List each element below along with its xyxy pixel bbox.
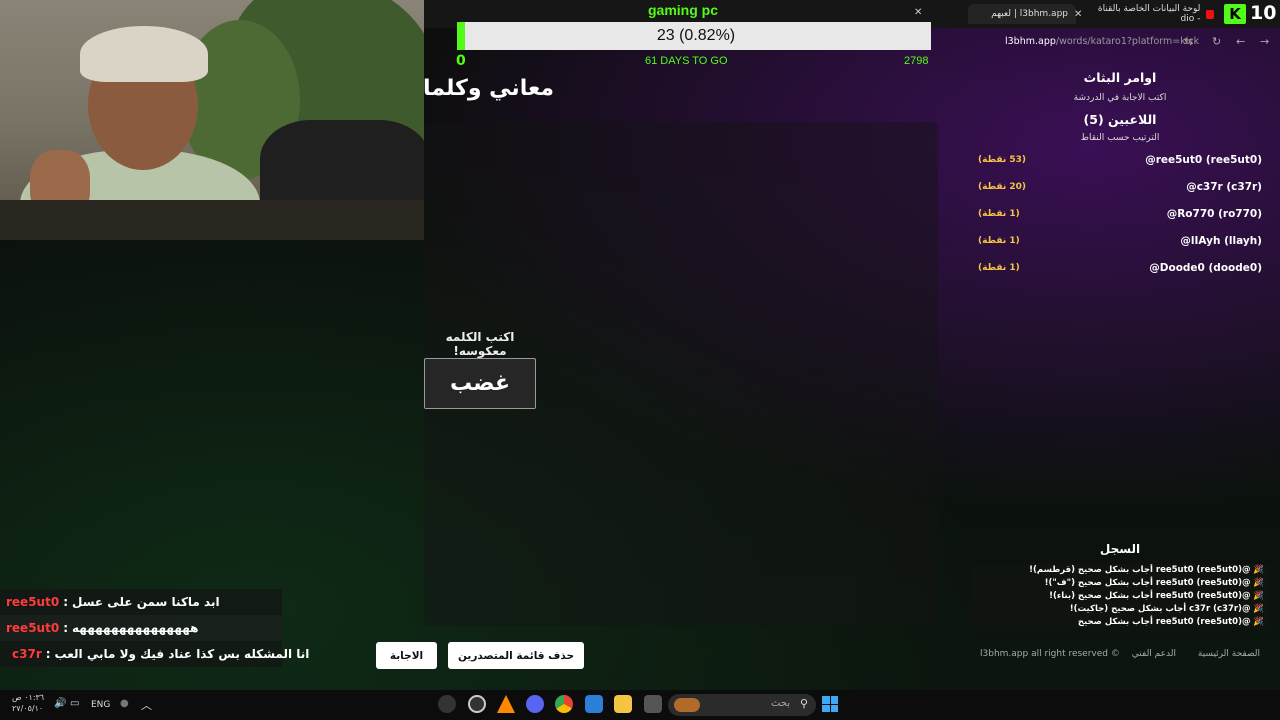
chat-overlay: ree5ut0 : ابد ماكنا سمن على عسل ree5ut0 … <box>0 589 309 667</box>
log-entry: 🎉 @ree5ut0 (ree5ut0) أجاب بشكل صحيح (قرط… <box>1029 565 1264 575</box>
search-placeholder: بحث <box>770 698 790 709</box>
forward-icon[interactable]: ← <box>1236 35 1245 48</box>
close-tab-icon[interactable]: ✕ <box>914 7 922 18</box>
tab-dashboard[interactable]: لوحة البيانات الخاصة بالقناة - dio <box>1090 4 1218 24</box>
discord-icon[interactable] <box>526 695 544 713</box>
tab-l3bhm[interactable]: l3bhm.app | لعبهم <box>968 4 1076 24</box>
goal-progress-bar: 23 (0.82%) <box>457 22 931 50</box>
tab-dashboard-label: لوحة البيانات الخاصة بالقناة - dio <box>1097 4 1201 24</box>
address-bar[interactable]: → ← ↻ ⇆ l3bhm.app/words/kataro1?platform… <box>960 30 1280 54</box>
back-icon[interactable]: → <box>1260 35 1269 48</box>
taskbar <box>0 690 1280 720</box>
player-score: (1 نقطة) <box>978 209 1020 219</box>
player-score: (53 نقطة) <box>978 155 1026 165</box>
player-name: @Ro770 (ro770) <box>1166 208 1262 220</box>
footer-rights: l3bhm.app all right reserved © <box>980 649 1120 659</box>
game-word: غضب <box>424 358 536 409</box>
tab-l3bhm-label: l3bhm.app | لعبهم <box>991 9 1068 19</box>
sidebar: اوامر البثاث اكتب الاجابة في الدردشة الل… <box>960 62 1280 662</box>
chat-text: ابد ماكنا سمن على عسل <box>72 595 220 609</box>
commands-title: اوامر البثاث <box>1083 70 1157 85</box>
footer-home-link[interactable]: الصفحة الرئيسية <box>1198 649 1260 659</box>
taskbar-clock[interactable]: ٠١:٣٦ ص ٢٧/٠٥/١٠ <box>12 692 44 714</box>
language-indicator[interactable]: ENG <box>91 700 110 710</box>
player-name: @lIAyh (llayh) <box>1180 235 1262 247</box>
file-explorer-icon[interactable] <box>614 695 632 713</box>
chat-message: c37r : انا المشكله بس كذا عناد فيك ولا م… <box>0 641 309 667</box>
players-subtitle: الترتيب حسب النقاط <box>1080 133 1160 143</box>
goal-days-to-go: 61 DAYS TO GO <box>645 55 728 67</box>
log-entry: 🎉 @ree5ut0 (ree5ut0) أجاب بشكل صحيح (بنا… <box>1049 591 1264 601</box>
reload-icon[interactable]: ↻ <box>1212 35 1221 48</box>
goal-value: 23 (0.82%) <box>656 27 736 44</box>
player-row: @c37r (c37r) (20 نقطة) <box>978 181 1262 201</box>
taskbar-search[interactable]: بحث ⚲ <box>668 694 816 716</box>
viewer-count: 10 <box>1250 2 1277 24</box>
chat-username: ree5ut0 <box>6 621 60 635</box>
goal-max: 2798 <box>904 55 929 67</box>
volume-icon[interactable]: 🔊 <box>54 698 66 716</box>
tray-chevron-icon[interactable]: ︿ <box>141 697 152 715</box>
player-row: @Doode0 (doode0) (1 نقطة) <box>978 262 1262 282</box>
footer-links: الصفحة الرئيسية الدعم الفني l3bhm.app al… <box>980 649 1260 663</box>
game-prompt: اكتب الكلمه معكوسه! <box>445 330 515 358</box>
stream-stage: + ✕ l3bhm.app | لعبهم ✕ لوحة البيانات ال… <box>0 0 1280 720</box>
store-icon[interactable] <box>585 695 603 713</box>
search-decoration-icon <box>674 698 700 712</box>
player-score: (1 نقطة) <box>978 263 1020 273</box>
game-title: معاني وكلمات <box>424 76 554 101</box>
log-entry: 🎉 @ree5ut0 (ree5ut0) أجاب بشكل صحيح ("ف"… <box>1044 578 1264 588</box>
log-entry: 🎉 @ree5ut0 (ree5ut0) أجاب بشكل صحيح <box>1077 617 1264 627</box>
chat-username: ree5ut0 <box>6 595 60 609</box>
network-icon[interactable]: ▭ <box>70 698 79 716</box>
tab-close-icon[interactable]: ✕ <box>1074 4 1082 24</box>
chat-username: c37r <box>12 647 42 661</box>
player-name: @c37r (c37r) <box>1186 181 1262 193</box>
player-row: @Ro770 (ro770) (1 نقطة) <box>978 208 1262 228</box>
search-icon: ⚲ <box>799 697 808 710</box>
url-text[interactable]: l3bhm.app/words/kataro1?platform=kick <box>1005 36 1199 47</box>
youtube-icon <box>1206 9 1214 19</box>
log-title: السجل <box>1099 542 1141 556</box>
windows-start-icon[interactable] <box>822 696 838 712</box>
clear-leaderboard-button[interactable]: حذف قائمة المتصدرين <box>448 642 584 669</box>
webcam-feed <box>0 0 424 240</box>
app-circle-icon[interactable] <box>468 695 486 713</box>
player-name: @Doode0 (doode0) <box>1149 262 1262 274</box>
player-row: @ree5ut0 (ree5ut0) (53 نقطة) <box>978 154 1262 174</box>
log-list[interactable]: 🎉 @ree5ut0 (ree5ut0) أجاب بشكل صحيح (قرط… <box>972 564 1268 628</box>
mic-icon[interactable]: ● <box>120 698 129 716</box>
chat-message: ree5ut0 : ابد ماكنا سمن على عسل <box>0 589 282 615</box>
chat-text: انا المشكله بس كذا عناد فيك ولا مابي الع… <box>54 647 310 661</box>
log-entry: 🎉 @c37r (c37r) أجاب بشكل صحيح (جاكيت)! <box>1069 604 1264 614</box>
footer-support-link[interactable]: الدعم الفني <box>1132 649 1176 659</box>
kick-logo-icon: K <box>1224 4 1246 24</box>
chat-message: ree5ut0 : هههههههههههههههه <box>0 615 282 641</box>
goal-min: 0 <box>456 53 466 69</box>
clock-time: ٠١:٣٦ ص <box>12 693 45 702</box>
player-score: (20 نقطة) <box>978 182 1026 192</box>
app-window-icon[interactable] <box>644 695 662 713</box>
obs-icon[interactable] <box>438 695 456 713</box>
players-title: اللاعبين (5) <box>1083 112 1157 127</box>
chat-text: هههههههههههههههه <box>72 621 199 635</box>
player-score: (1 نقطة) <box>978 236 1020 246</box>
player-row: @lIAyh (llayh) (1 نقطة) <box>978 235 1262 255</box>
answer-button[interactable]: الاجابة <box>376 642 437 669</box>
player-name: @ree5ut0 (ree5ut0) <box>1145 154 1262 166</box>
goal-title: gaming pc <box>648 2 719 18</box>
chrome-icon[interactable] <box>555 695 573 713</box>
commands-subtitle: اكتب الاجابة في الدردشة <box>1073 93 1167 103</box>
clock-date: ٢٧/٠٥/١٠ <box>12 704 44 713</box>
